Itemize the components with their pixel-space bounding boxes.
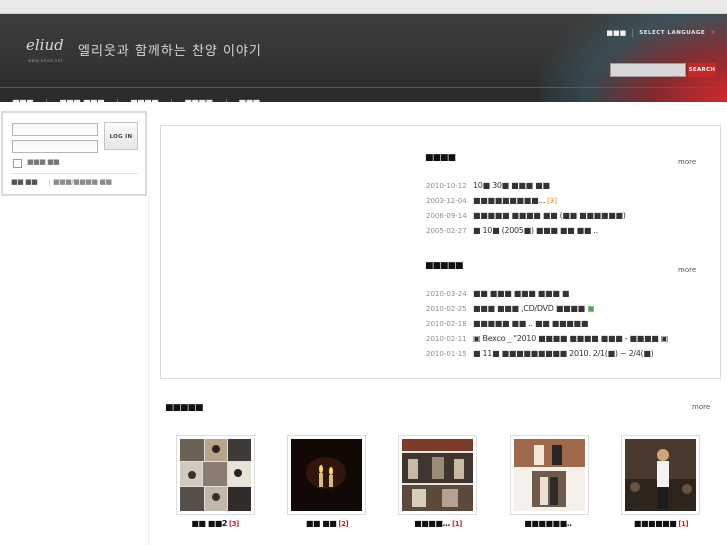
item-title[interactable]: ■■■■■■■■■... <box>473 196 545 205</box>
caption-text: ■■ ■■2 <box>191 519 227 528</box>
item-date: 2010-10-12 <box>426 181 467 190</box>
gallery-caption[interactable]: ■■ ■■ [2] <box>272 519 382 528</box>
list-item[interactable]: 2003-12-04 ■■■■■■■■■... [3] <box>426 193 716 208</box>
photo-collage-image <box>180 439 251 511</box>
board-title: ■■■■■ <box>425 261 464 271</box>
item-date: 2010-03-24 <box>426 289 467 298</box>
comment-count: [3] <box>547 196 557 205</box>
item-date: 2006-09-14 <box>426 211 467 220</box>
board-more-link[interactable]: more <box>678 266 696 274</box>
chevron-down-icon: ▼ <box>711 30 715 36</box>
nav-item-5[interactable]: ■■■ <box>227 98 274 103</box>
login-divider <box>10 173 138 174</box>
content-panel: ■■■■ more 2010-10-12 10■ 30■ ■■■ ■■ 2003… <box>160 125 721 379</box>
nav-item-1[interactable]: ■■■ <box>0 98 48 102</box>
sidebar-border <box>148 196 149 545</box>
image-attachment-icon <box>587 305 594 312</box>
item-title[interactable]: ■■■■■ ■■ .. ■■ ■■■■■ <box>473 319 588 328</box>
list-item[interactable]: 2006-09-14 ■■■■■ ■■■■ ■■ (■■ ■■■■■■) <box>426 208 716 223</box>
gallery-more-link[interactable]: more <box>692 403 710 411</box>
remember-checkbox[interactable] <box>13 159 22 168</box>
gallery-title: ■■■■■ <box>165 403 204 413</box>
nav-item-2[interactable]: ■■■,■■■ <box>47 98 118 102</box>
caption-text: ■■■■■■.. <box>524 519 572 528</box>
remember-label: ■■■ ■■ <box>27 158 60 166</box>
board-list: 2010-03-24 ■■ ■■■ ■■■ ■■■ ■ 2010-02-25 ■… <box>426 286 716 361</box>
notice-title: ■■■■ <box>425 153 456 163</box>
candles-svg <box>291 439 362 511</box>
logo-mark: eliud <box>26 36 64 54</box>
comment-count: [3] <box>228 520 239 528</box>
band-svg <box>402 439 473 511</box>
notice-list: 2010-10-12 10■ 30■ ■■■ ■■ 2003-12-04 ■■■… <box>426 178 716 238</box>
gallery-thumbnail[interactable] <box>176 435 255 515</box>
list-item[interactable]: 2010-01-15 ■ 11■ ■■■■■■■■■ 2010. 2/1(■) … <box>426 346 716 361</box>
browser-top-strip <box>0 0 727 14</box>
item-title[interactable]: 10■ 30■ ■■■ ■■ <box>473 181 550 190</box>
item-title[interactable]: ■ 11■ ■■■■■■■■■ 2010. 2/1(■) ~ 2/4(■) <box>473 349 653 358</box>
photo-collage-svg <box>180 439 251 511</box>
couple-photo <box>514 439 585 511</box>
search-button[interactable]: SEARCH <box>688 63 716 77</box>
logo-subtext: www.eliud.net <box>28 58 63 63</box>
site-header: eliud www.eliud.net 엘리웃과 함께하는 찬양 이야기 ■■■… <box>0 14 727 102</box>
item-date: 2003-12-04 <box>426 196 467 205</box>
nav-item-3[interactable]: ■■■■ <box>118 98 173 102</box>
password-field[interactable] <box>12 140 98 153</box>
item-title[interactable]: ■ 10■ (2005■) ■■■ ■■ ■■ .. <box>473 226 598 235</box>
gallery-thumbnail[interactable] <box>287 435 366 515</box>
join-link[interactable]: ■■ ■■ <box>11 178 38 186</box>
select-language-label[interactable]: SELECT LANGUAGE <box>639 30 705 36</box>
couple-svg <box>514 439 585 511</box>
item-title[interactable]: ■■■ ■■■ ,CD/DVD ■■■■ <box>473 304 585 313</box>
item-title[interactable]: ▣ Bexco _ "2010 ■■■■ ■■■■ ■■■ - ■■■■ ▣ <box>473 334 668 343</box>
comment-count: [1] <box>452 520 462 528</box>
gallery-caption[interactable]: ■■ ■■2 [3] <box>160 519 270 528</box>
list-item[interactable]: 2010-03-24 ■■ ■■■ ■■■ ■■■ ■ <box>426 286 716 301</box>
item-date: 2010-02-11 <box>426 334 467 343</box>
caption-text: ■■■■■■ <box>633 519 677 528</box>
main-navigation: ■■■ ■■■,■■■ ■■■■ ■■■■ ■■■ <box>0 87 727 102</box>
page: { "header": { "logo_mark": "eliud", "log… <box>0 0 727 545</box>
nav-item-4[interactable]: ■■■■ <box>172 98 227 102</box>
item-date: 2010-01-15 <box>426 349 467 358</box>
singer-svg <box>625 439 696 511</box>
item-title[interactable]: ■■ ■■■ ■■■ ■■■ ■ <box>473 289 569 298</box>
item-date: 2005-02-27 <box>426 226 467 235</box>
caption-text: ■■ ■■ <box>305 519 337 528</box>
item-date: 2010-02-18 <box>426 319 467 328</box>
language-home-link[interactable]: ■■■ <box>606 29 626 37</box>
item-title[interactable]: ■■■■■ ■■■■ ■■ (■■ ■■■■■■) <box>473 211 626 220</box>
search-input[interactable] <box>610 63 686 77</box>
band-photo <box>402 439 473 511</box>
login-link-divider <box>49 179 50 186</box>
list-item[interactable]: 2010-02-11 ▣ Bexco _ "2010 ■■■■ ■■■■ ■■■… <box>426 331 716 346</box>
list-item[interactable]: 2005-02-27 ■ 10■ (2005■) ■■■ ■■ ■■ .. <box>426 223 716 238</box>
list-item[interactable]: 2010-10-12 10■ 30■ ■■■ ■■ <box>426 178 716 193</box>
gallery-thumbnail[interactable] <box>510 435 589 515</box>
login-box: LOG IN ■■■ ■■ ■■ ■■ ■■■/■■■■ ■■ <box>1 111 147 196</box>
comment-count: [1] <box>678 520 689 528</box>
comment-count: [2] <box>338 520 349 528</box>
language-selector[interactable]: ■■■ SELECT LANGUAGE ▼ <box>606 28 715 38</box>
caption-text: ■■■■... <box>414 519 451 528</box>
gallery-thumbnail[interactable] <box>621 435 700 515</box>
find-account-link[interactable]: ■■■/■■■■ ■■ <box>53 178 112 186</box>
site-slogan: 엘리웃과 함께하는 찬양 이야기 <box>78 44 262 59</box>
site-logo[interactable]: eliud www.eliud.net 엘리웃과 함께하는 찬양 이야기 <box>26 36 261 70</box>
gallery-thumbnail[interactable] <box>398 435 477 515</box>
gallery-caption[interactable]: ■■■■... [1] <box>383 519 493 528</box>
user-id-field[interactable] <box>12 123 98 136</box>
notice-more-link[interactable]: more <box>678 158 696 166</box>
singer-photo <box>625 439 696 511</box>
item-date: 2010-02-25 <box>426 304 467 313</box>
list-item[interactable]: 2010-02-18 ■■■■■ ■■ .. ■■ ■■■■■ <box>426 316 716 331</box>
language-divider <box>632 29 634 37</box>
candles-photo <box>291 439 362 511</box>
list-item[interactable]: 2010-02-25 ■■■ ■■■ ,CD/DVD ■■■■ <box>426 301 716 316</box>
gallery-caption[interactable]: ■■■■■■.. <box>494 519 604 528</box>
gallery-caption[interactable]: ■■■■■■ [1] <box>606 519 716 528</box>
login-button[interactable]: LOG IN <box>104 122 138 150</box>
